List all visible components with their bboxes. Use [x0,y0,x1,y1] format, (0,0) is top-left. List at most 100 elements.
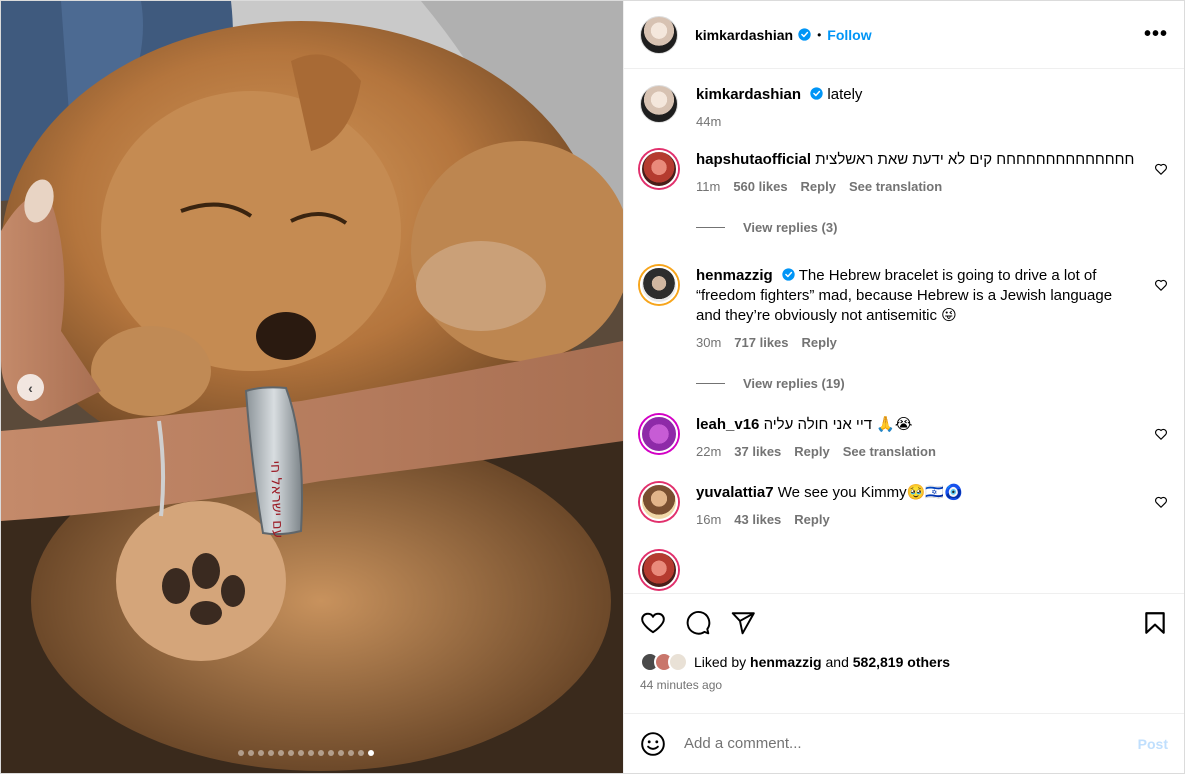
action-icons [640,608,1168,638]
likes-summary: Liked by henmazzig and 582,819 others [640,652,1168,672]
comment-text: We see you Kimmy🥹🇮🇱🧿 [777,484,963,501]
comment-meta: 11m 560 likes Reply See translation [696,179,1138,194]
post-comment-button[interactable]: Post [1138,736,1168,752]
comment-meta: 30m 717 likes Reply [696,335,1138,350]
avatar[interactable] [640,85,678,123]
avatar[interactable] [640,150,678,188]
previous-photo-button[interactable]: ‹ [17,374,44,401]
view-replies-label: View replies (3) [743,220,838,235]
carousel-dot [258,750,264,756]
comments-list[interactable]: kimkardashian lately 44m hapshutaofficia… [624,69,1184,593]
verified-badge-icon [782,268,795,281]
see-translation-button[interactable]: See translation [849,179,942,194]
avatar[interactable] [640,483,678,521]
carousel-dot [368,750,374,756]
comment-body: leah_v16 דיי אני חולה עליה 🙏😭 22m 37 lik… [696,415,1168,459]
like-comment-heart-icon[interactable] [1154,162,1168,176]
caption-text: lately [827,86,863,103]
replies-divider [696,383,725,384]
reply-button[interactable]: Reply [794,444,829,459]
reply-button[interactable]: Reply [794,512,829,527]
comment-item: henmazzig The Hebrew bracelet is going t… [640,266,1168,391]
view-replies-label: View replies (19) [743,376,845,391]
like-heart-icon[interactable] [640,610,666,636]
carousel-dot [338,750,344,756]
post-actions: Liked by henmazzig and 582,819 others 44… [624,593,1184,713]
liked-by-label: Liked by [694,654,747,670]
caption-username[interactable]: kimkardashian [696,86,801,103]
avatar[interactable] [640,415,678,453]
comment-time: 30m [696,335,722,350]
comment-body: yuvalattia7 We see you Kimmy🥹🇮🇱🧿 16m 43 … [696,483,1168,527]
follow-button[interactable]: Follow [827,27,871,43]
caption: kimkardashian lately 44m [640,85,1168,129]
like-comment-heart-icon[interactable] [1154,278,1168,292]
avatar[interactable] [640,266,678,304]
likes-others-count[interactable]: 582,819 others [853,654,950,670]
comment-body: hapshutaofficial חחחחחחחחחחחחחח קים לא י… [696,150,1168,235]
chevron-left-icon: ‹ [28,379,33,396]
likes-and: and [825,654,849,670]
emoji-smiley-icon[interactable] [640,731,666,757]
comment-item: hapshutaofficial חחחחחחחחחחחחחח קים לא י… [640,150,1168,235]
carousel-dot [238,750,244,756]
comment-text-row: leah_v16 דיי אני חולה עליה 🙏😭 [696,415,1138,435]
carousel-dot [318,750,324,756]
header-username[interactable]: kimkardashian [695,27,793,43]
comment-item: yuvalattia7 We see you Kimmy🥹🇮🇱🧿 16m 43 … [640,483,1168,527]
add-comment-bar: Post [624,713,1184,773]
comment-text-row: hapshutaofficial חחחחחחחחחחחחחח קים לא י… [696,150,1138,170]
carousel-dot [308,750,314,756]
comment-body: henmazzig The Hebrew bracelet is going t… [696,266,1168,391]
comment-time: 22m [696,444,722,459]
carousel-dot [348,750,354,756]
reply-button[interactable]: Reply [802,335,837,350]
comment-username[interactable]: yuvalattia7 [696,484,774,501]
comment-username[interactable]: hapshutaofficial [696,151,811,168]
carousel-dots [238,750,374,756]
post-modal: עם ישראל חי ‹ kimkardashian • Follow ••• [0,0,1185,774]
liked-by-user[interactable]: henmazzig [750,654,822,670]
comment-bubble-icon[interactable] [685,610,711,636]
likes-text: Liked by henmazzig and 582,819 others [694,654,950,670]
post-photo[interactable]: עם ישראל חי ‹ [1,1,623,773]
verified-badge-icon [798,28,811,41]
bracelet-text: עם ישראל חי [267,461,286,539]
comment-likes[interactable]: 37 likes [734,444,781,459]
carousel-dot [328,750,334,756]
comment-likes[interactable]: 717 likes [734,335,788,350]
caption-meta: 44m [696,114,1138,129]
comment-likes[interactable]: 560 likes [733,179,787,194]
comment-text-row: henmazzig The Hebrew bracelet is going t… [696,266,1138,326]
avatar[interactable] [640,551,678,589]
comment-username[interactable]: henmazzig [696,267,773,284]
share-paper-plane-icon[interactable] [730,610,756,636]
carousel-dot [288,750,294,756]
replies-divider [696,227,725,228]
add-comment-input[interactable] [684,735,1138,752]
side-panel: kimkardashian • Follow ••• kimkardashian [623,1,1184,773]
separator-dot: • [817,27,822,42]
carousel-dot [268,750,274,756]
reply-button[interactable]: Reply [801,179,836,194]
comment-username[interactable]: leah_v16 [696,416,759,433]
like-comment-heart-icon[interactable] [1154,495,1168,509]
dog-photo-illustration: עם ישראל חי [1,1,623,773]
see-translation-button[interactable]: See translation [843,444,936,459]
comment-likes[interactable]: 43 likes [734,512,781,527]
like-comment-heart-icon[interactable] [1154,427,1168,441]
comment-meta: 16m 43 likes Reply [696,512,1138,527]
carousel-dot [248,750,254,756]
view-replies-button[interactable]: View replies (19) [696,376,1138,391]
bookmark-icon[interactable] [1142,610,1168,636]
comment-text-row: yuvalattia7 We see you Kimmy🥹🇮🇱🧿 [696,483,1138,503]
comment-text: חחחחחחחחחחחחחח קים לא ידעת שאת ראשלצית [815,151,1135,168]
more-options-icon[interactable]: ••• [1144,23,1168,46]
caption-body: kimkardashian lately 44m [696,85,1168,129]
caption-time: 44m [696,114,722,129]
verified-badge-icon [810,87,823,100]
avatar[interactable] [640,15,678,54]
comment-time: 11m [696,179,721,194]
carousel-dot [298,750,304,756]
view-replies-button[interactable]: View replies (3) [696,220,1138,235]
